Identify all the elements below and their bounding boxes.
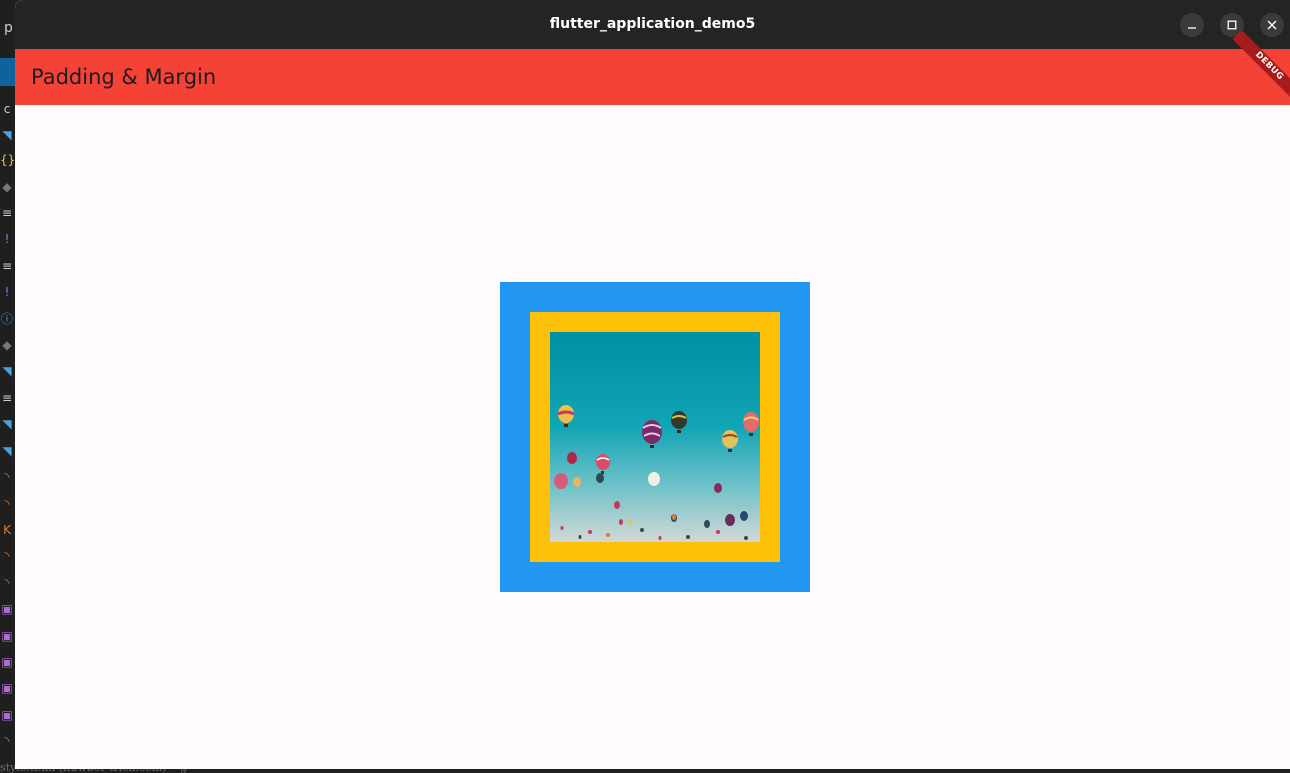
image-file-icon: ▣ xyxy=(1,602,13,616)
background-editor-strip: p c ◥ {} ◆ ≡ ! ≡ ! ⓘ ◆ ◥ ≡ ◥ ◥ ◝ ◝ K ◝ ◝… xyxy=(0,0,15,773)
dart-file-icon: ◥ xyxy=(2,417,12,431)
editor-selected-row xyxy=(0,58,15,86)
rss-file-icon: ◝ xyxy=(4,497,10,511)
text-file-icon: ≡ xyxy=(1,259,13,273)
minimize-button[interactable] xyxy=(1180,13,1204,37)
editor-tab-fragment: p xyxy=(4,20,13,36)
json-file-icon: {} xyxy=(0,153,15,167)
dart-file-icon: ◥ xyxy=(2,444,12,458)
text-file-icon: ≡ xyxy=(1,391,13,405)
margin-container xyxy=(500,282,810,592)
image-file-icon: ▣ xyxy=(1,655,13,669)
rss-file-icon: ◝ xyxy=(4,470,10,484)
warning-file-icon: ! xyxy=(4,285,10,299)
maximize-icon xyxy=(1227,20,1237,30)
close-icon xyxy=(1267,20,1277,30)
window-titlebar[interactable]: flutter_application_demo5 xyxy=(15,0,1290,49)
close-button[interactable] xyxy=(1260,13,1284,37)
app-bar: Padding & Margin DEBUG xyxy=(15,30,1290,105)
rss-file-icon: ◝ xyxy=(4,549,10,563)
padding-container xyxy=(530,312,780,562)
rss-file-icon: ◝ xyxy=(4,576,10,590)
app-bar-title: Padding & Margin xyxy=(31,65,217,89)
minimize-icon xyxy=(1188,27,1196,29)
kotlin-file-icon: K xyxy=(3,523,11,537)
image-file-icon: ▣ xyxy=(1,629,13,643)
window-title: flutter_application_demo5 xyxy=(549,16,756,32)
file-icon: ◥ xyxy=(2,128,12,142)
rss-file-icon: ◝ xyxy=(4,734,10,748)
editor-letter-fragment: c xyxy=(3,102,11,116)
git-file-icon: ◆ xyxy=(2,180,12,194)
dart-file-icon: ◥ xyxy=(2,364,12,378)
image-file-icon: ▣ xyxy=(1,681,13,695)
page-body xyxy=(15,105,1290,769)
warning-file-icon: ! xyxy=(4,232,10,246)
git-file-icon: ◆ xyxy=(2,338,12,352)
text-file-icon: ≡ xyxy=(1,206,13,220)
app-window: flutter_application_demo5 Padding & Marg… xyxy=(15,0,1290,769)
balloons-illustration xyxy=(550,332,760,542)
info-file-icon: ⓘ xyxy=(0,312,13,326)
balloons-image xyxy=(550,332,760,542)
image-file-icon: ▣ xyxy=(1,708,13,722)
